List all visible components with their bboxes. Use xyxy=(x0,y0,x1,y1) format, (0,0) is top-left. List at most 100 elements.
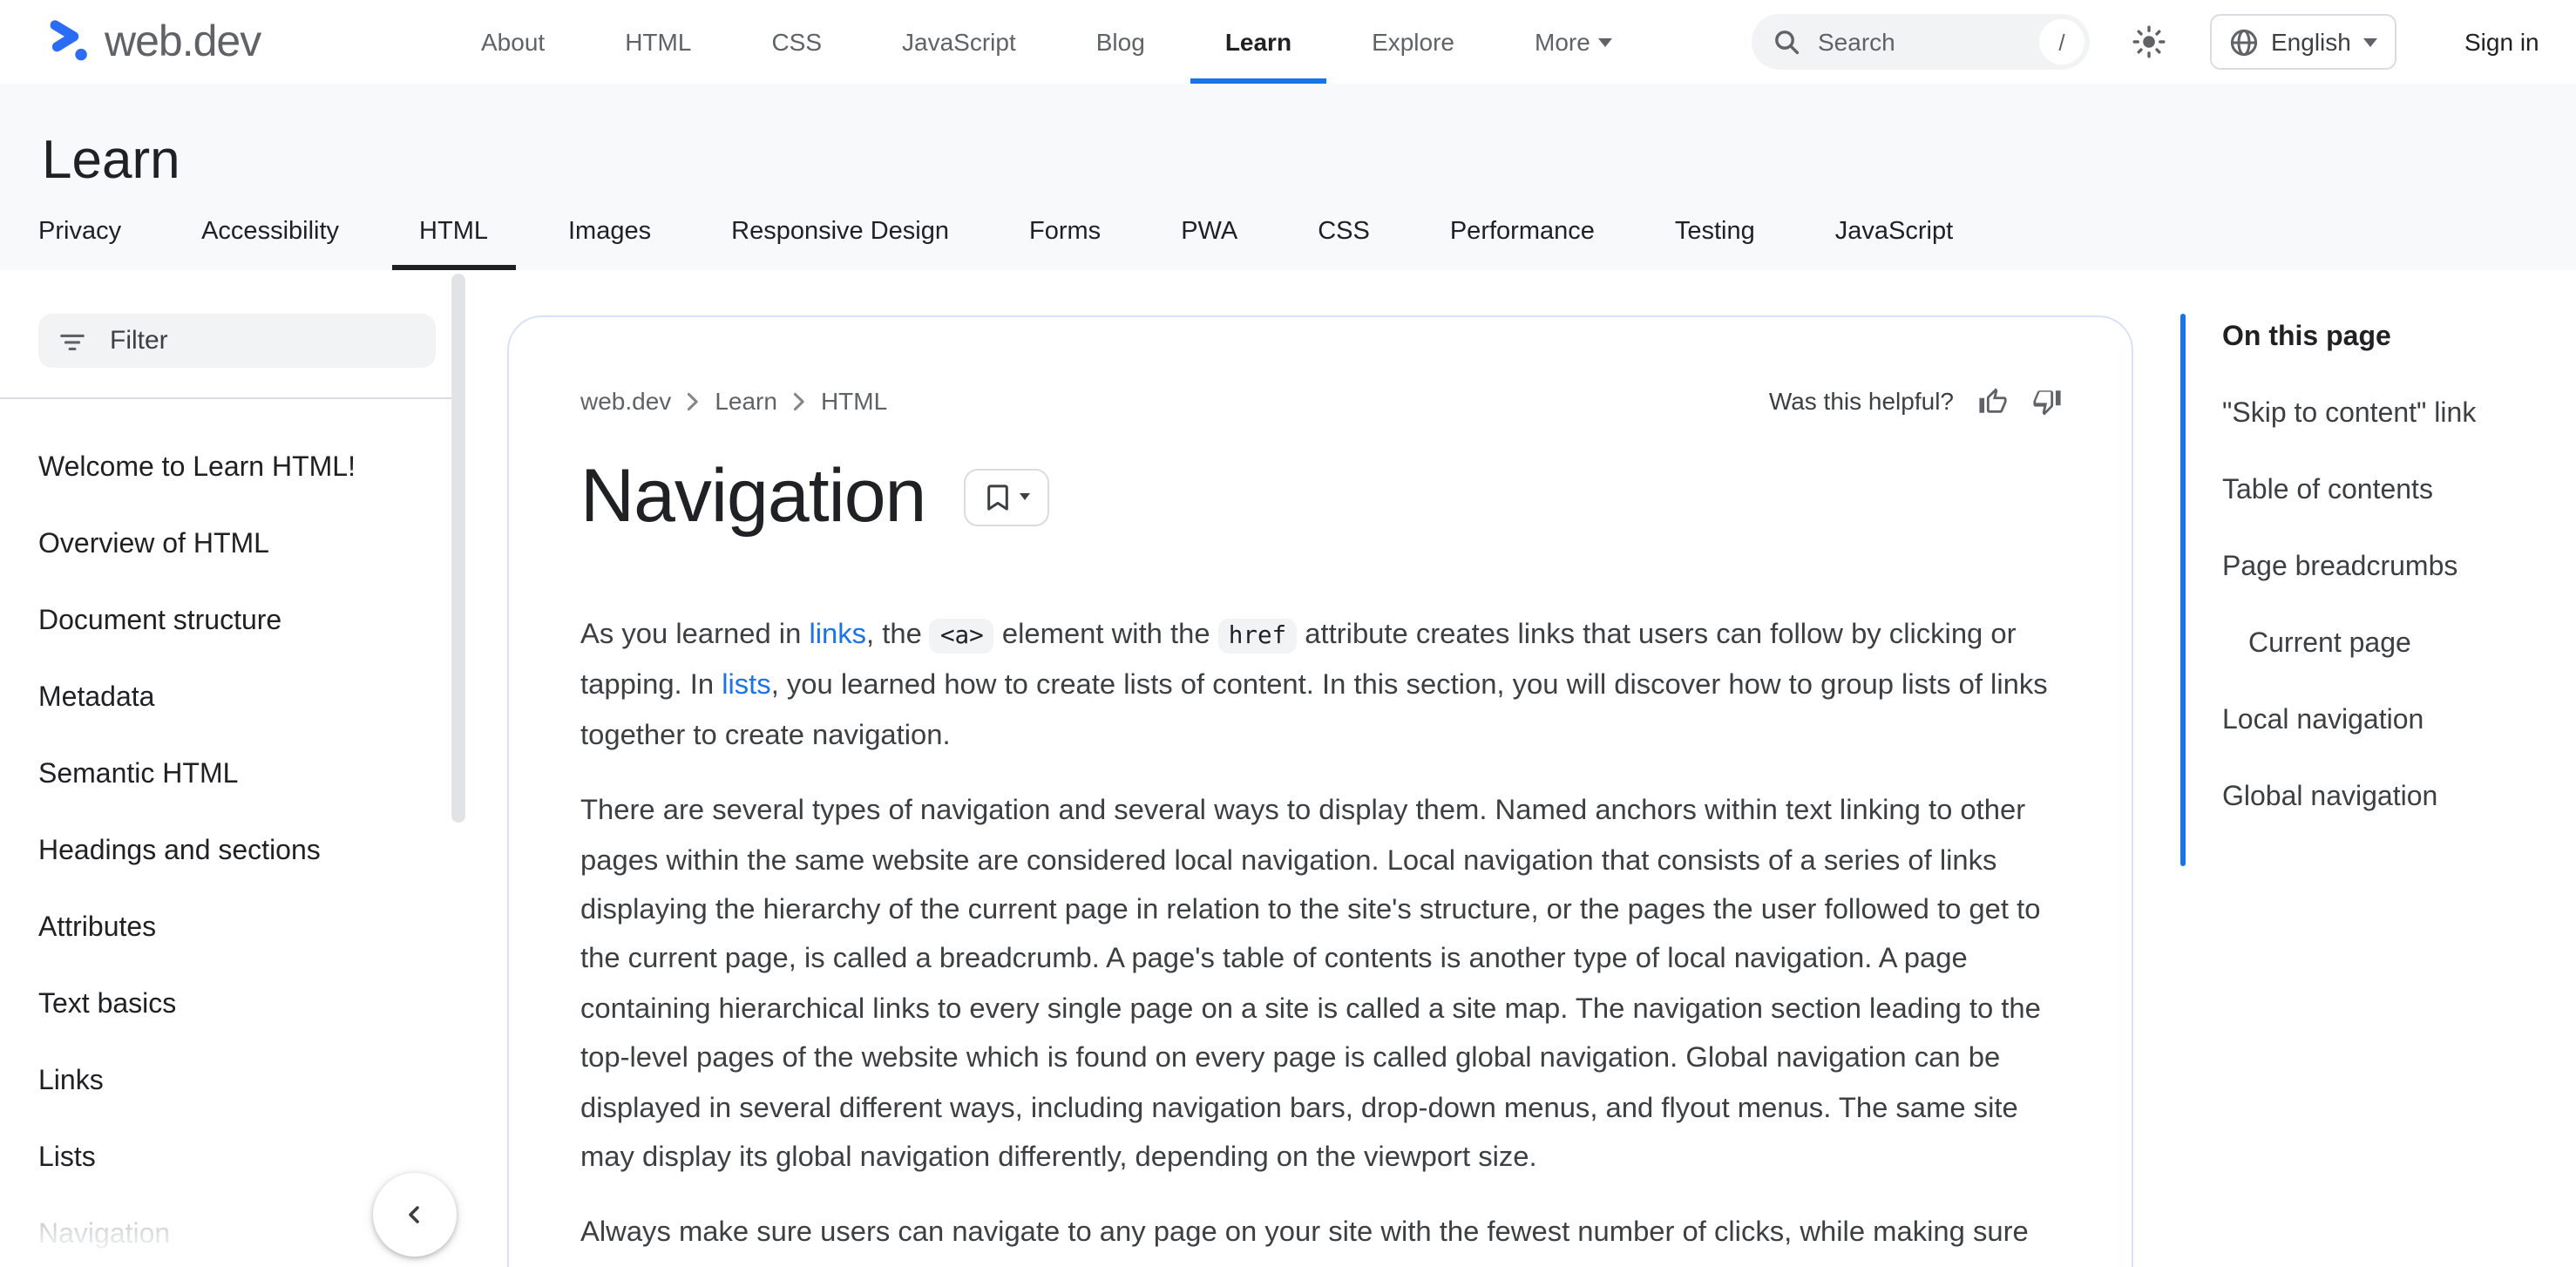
breadcrumb-html[interactable]: HTML xyxy=(821,387,887,415)
chevron-down-icon xyxy=(1598,37,1613,46)
tab-privacy[interactable]: Privacy xyxy=(38,193,121,270)
sidebar-item-links[interactable]: Links xyxy=(0,1044,453,1121)
chevron-right-icon xyxy=(687,391,699,410)
nav-item-javascript[interactable]: JavaScript xyxy=(902,0,1016,84)
article-card: web.dev Learn HTML Was this helpful? Nav… xyxy=(507,315,2133,1267)
bookmark-icon xyxy=(984,482,1010,512)
web-dev-logo[interactable]: web.dev xyxy=(45,12,261,71)
nav-item-label: Explore xyxy=(1372,28,1454,56)
sidebar-item-metadata[interactable]: Metadata xyxy=(0,661,453,737)
web-dev-logo-icon xyxy=(45,12,92,71)
chevron-down-icon xyxy=(1019,493,1030,500)
search-shortcut-badge: / xyxy=(2039,19,2085,64)
nav-item-explore[interactable]: Explore xyxy=(1372,0,1454,84)
sidebar-divider xyxy=(0,397,453,399)
thumbs-up-button[interactable] xyxy=(1978,386,2008,416)
logo-wordmark: web.dev xyxy=(105,17,261,65)
toc-item-skip-to-content-link[interactable]: "Skip to content" link xyxy=(2222,376,2553,453)
page-title: Navigation xyxy=(580,455,926,539)
paragraph: As you learned in links, the <a> element… xyxy=(580,619,2048,751)
language-selector[interactable]: English xyxy=(2210,14,2396,70)
breadcrumb-learn[interactable]: Learn xyxy=(715,387,777,415)
chevron-left-icon xyxy=(403,1203,427,1227)
filter-icon xyxy=(59,329,85,353)
toc-list: "Skip to content" link Table of contents P… xyxy=(2222,376,2553,837)
sidebar-item-document-structure[interactable]: Document structure xyxy=(0,584,453,661)
search-icon xyxy=(1773,28,1800,56)
breadcrumb: web.dev Learn HTML xyxy=(580,387,887,415)
thumb-down-icon xyxy=(2032,386,2062,416)
toc-item-page-breadcrumbs[interactable]: Page breadcrumbs xyxy=(2222,530,2553,606)
inline-link-lists[interactable]: lists xyxy=(722,670,770,701)
thumbs-down-button[interactable] xyxy=(2032,386,2062,416)
language-label: English xyxy=(2271,28,2351,56)
sidebar-item-headings-and-sections[interactable]: Headings and sections xyxy=(0,814,453,891)
nav-item-html[interactable]: HTML xyxy=(625,0,691,84)
web-dev-learn-page: web.dev About HTML CSS JavaScript Blog Learn E… xyxy=(0,0,2576,1267)
bookmark-button[interactable] xyxy=(964,468,1050,525)
sidebar-scrollbar[interactable] xyxy=(451,274,465,823)
toc-item-table-of-contents[interactable]: Table of contents xyxy=(2222,453,2553,530)
chevron-down-icon xyxy=(2362,37,2377,46)
nav-item-label: About xyxy=(481,28,546,56)
nav-item-css[interactable]: CSS xyxy=(771,0,822,84)
inline-code: <a> xyxy=(929,619,994,654)
nav-item-label: CSS xyxy=(771,28,823,56)
top-bar: web.dev About HTML CSS JavaScript Blog Learn E… xyxy=(0,0,2576,84)
tab-pwa[interactable]: PWA xyxy=(1181,193,1237,270)
sidebar-item-overview-of-html[interactable]: Overview of HTML xyxy=(0,507,453,584)
tab-html[interactable]: HTML xyxy=(390,193,518,270)
thumb-up-icon xyxy=(1978,386,2008,416)
sidebar-item-text-basics[interactable]: Text basics xyxy=(0,967,453,1044)
tab-css[interactable]: CSS xyxy=(1318,193,1370,270)
chevron-right-icon xyxy=(793,391,805,410)
filter-placeholder: Filter xyxy=(110,326,168,356)
section-title: Learn xyxy=(42,129,180,190)
inline-code: href xyxy=(1217,619,1298,654)
tab-images[interactable]: Images xyxy=(568,193,651,270)
nav-item-label: Blog xyxy=(1095,28,1145,56)
inline-link-links[interactable]: links xyxy=(809,619,866,650)
toc-item-global-navigation[interactable]: Global navigation xyxy=(2222,760,2553,837)
nav-item-label: JavaScript xyxy=(902,28,1016,56)
collapse-sidebar-button[interactable] xyxy=(373,1173,457,1257)
search-box[interactable]: / xyxy=(1752,14,2090,70)
sidebar-item-welcome-to-learn-html[interactable]: Welcome to Learn HTML! xyxy=(0,430,453,507)
tab-javascript[interactable]: JavaScript xyxy=(1835,193,1953,270)
tab-accessibility[interactable]: Accessibility xyxy=(201,193,339,270)
toc-title: On this page xyxy=(2222,322,2391,352)
nav-item-label: Learn xyxy=(1224,28,1292,56)
toc-item-current-page[interactable]: Current page xyxy=(2222,606,2553,683)
search-input[interactable] xyxy=(1814,26,2039,58)
feedback-widget: Was this helpful? xyxy=(1769,386,2062,416)
sidebar-item-semantic-html[interactable]: Semantic HTML xyxy=(0,737,453,814)
course-tabs: Privacy Accessibility HTML Images Responsive… xyxy=(38,193,1953,270)
sign-in-link[interactable]: Sign in xyxy=(2464,0,2539,84)
toc-accent-line xyxy=(2180,314,2186,866)
theme-toggle-button[interactable] xyxy=(2121,14,2177,70)
tab-responsive-design[interactable]: Responsive Design xyxy=(731,193,949,270)
nav-item-about[interactable]: About xyxy=(481,0,545,84)
filter-input[interactable]: Filter xyxy=(38,314,436,368)
main-nav: About HTML CSS JavaScript Blog Learn Explore Mo… xyxy=(481,0,1613,84)
nav-item-learn[interactable]: Learn xyxy=(1190,0,1327,84)
article-body: As you learned in links, the <a> element… xyxy=(580,610,2053,1267)
title-row: Navigation xyxy=(580,453,1050,540)
learn-header-band: Learn Privacy Accessibility HTML Images Resp… xyxy=(0,84,2576,270)
sidebar-item-attributes[interactable]: Attributes xyxy=(0,891,453,967)
paragraph: There are several types of navigation an… xyxy=(580,795,2041,1174)
nav-item-more[interactable]: More xyxy=(1535,0,1613,84)
nav-item-blog[interactable]: Blog xyxy=(1096,0,1145,84)
chapter-list: Welcome to Learn HTML! Overview of HTML Do… xyxy=(0,430,453,1267)
tab-forms[interactable]: Forms xyxy=(1029,193,1101,270)
nav-item-label: More xyxy=(1535,28,1590,56)
feedback-label: Was this helpful? xyxy=(1768,387,1954,415)
globe-icon xyxy=(2229,27,2259,57)
article-header-row: web.dev Learn HTML Was this helpful? xyxy=(580,383,2062,418)
tab-performance[interactable]: Performance xyxy=(1450,193,1595,270)
paragraph: Always make sure users can navigate to a… xyxy=(580,1216,2029,1267)
breadcrumb-web-dev[interactable]: web.dev xyxy=(580,387,671,415)
tab-testing[interactable]: Testing xyxy=(1675,193,1755,270)
course-sidebar: Filter Welcome to Learn HTML! Overview of… xyxy=(0,270,481,1267)
toc-item-local-navigation[interactable]: Local navigation xyxy=(2222,683,2553,760)
